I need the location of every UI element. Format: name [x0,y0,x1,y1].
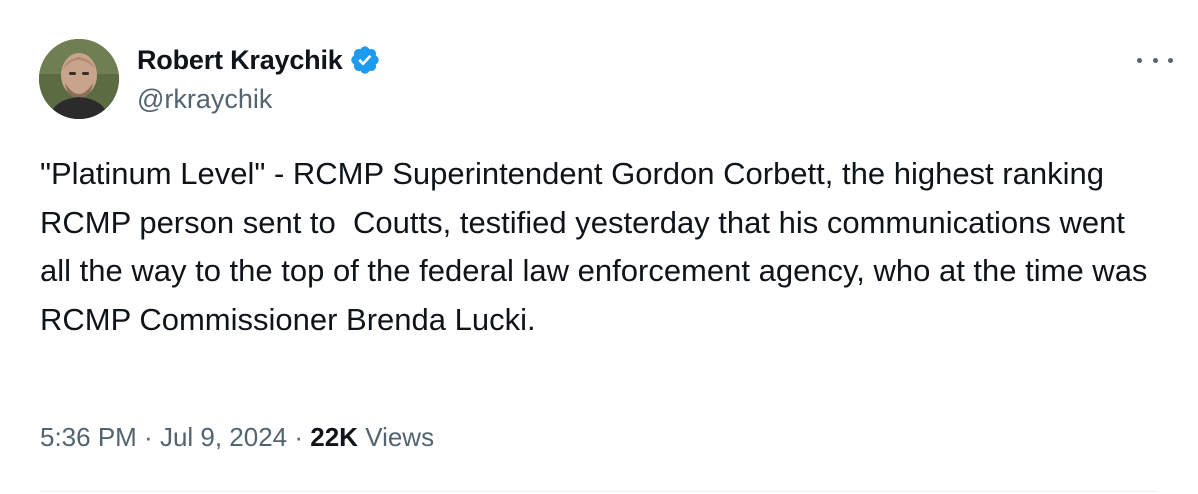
more-options-icon[interactable] [1137,50,1173,70]
author-name-row: Robert Kraychik [137,42,381,78]
tweet-meta: 5:36 PM · Jul 9, 2024 · 22K Views [40,422,434,453]
author-handle[interactable]: @rkraychik [137,84,272,115]
views-label: Views [357,422,435,452]
meta-separator: · [136,422,160,452]
tweet-date[interactable]: Jul 9, 2024 [160,422,287,453]
display-name[interactable]: Robert Kraychik [137,45,343,76]
tweet-time[interactable]: 5:36 PM [40,422,137,453]
divider [40,491,1158,492]
more-dot [1137,57,1142,63]
avatar[interactable] [39,39,119,119]
verified-badge-icon[interactable] [349,44,381,76]
avatar-image [39,39,119,119]
more-dot [1168,57,1173,63]
meta-separator: · [287,422,311,452]
more-dot [1152,57,1158,63]
tweet-card: Robert Kraychik @rkraychik "Platinum Lev… [0,0,1198,494]
views-count[interactable]: 22K [310,422,358,453]
tweet-text: "Platinum Level" - RCMP Superintendent G… [40,156,1157,337]
